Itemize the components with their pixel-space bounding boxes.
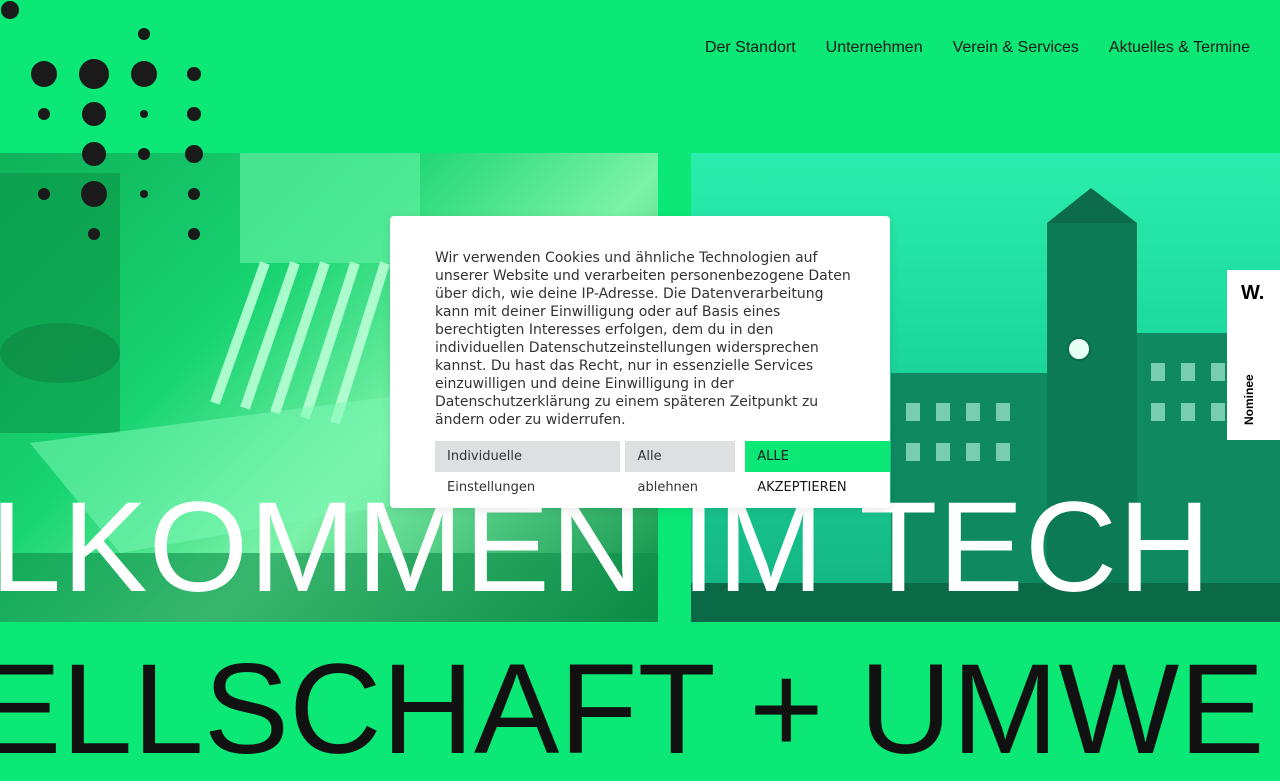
awwwards-nominee-badge[interactable]: W. Nominee (1227, 270, 1280, 440)
nav-item-aktuelles-termine[interactable]: Aktuelles & Termine (1109, 38, 1250, 58)
cookie-button-group: Individuelle Einstellungen Alle ablehnen… (435, 441, 890, 495)
badge-label: Nominee (1242, 374, 1256, 425)
reject-all-button[interactable]: Alle ablehnen (625, 441, 736, 495)
cookie-consent-text: Wir verwenden Cookies und ähnliche Techn… (435, 250, 851, 428)
cookie-consent-dialog: Wir verwenden Cookies und ähnliche Techn… (390, 216, 890, 508)
badge-logo: W. (1241, 282, 1265, 304)
individual-settings-button[interactable]: Individuelle Einstellungen (435, 441, 621, 495)
nav-menu: Der Standort Unternehmen Verein & Servic… (705, 38, 1250, 58)
hero-subtitle: ELLSCHAFT + UMWE (0, 638, 1265, 781)
accept-all-button[interactable]: ALLE AKZEPTIEREN (745, 441, 890, 495)
nav-item-verein-services[interactable]: Verein & Services (953, 38, 1079, 58)
logo-dots[interactable] (0, 0, 220, 245)
nav-item-unternehmen[interactable]: Unternehmen (826, 38, 923, 58)
nav-item-standort[interactable]: Der Standort (705, 38, 796, 58)
